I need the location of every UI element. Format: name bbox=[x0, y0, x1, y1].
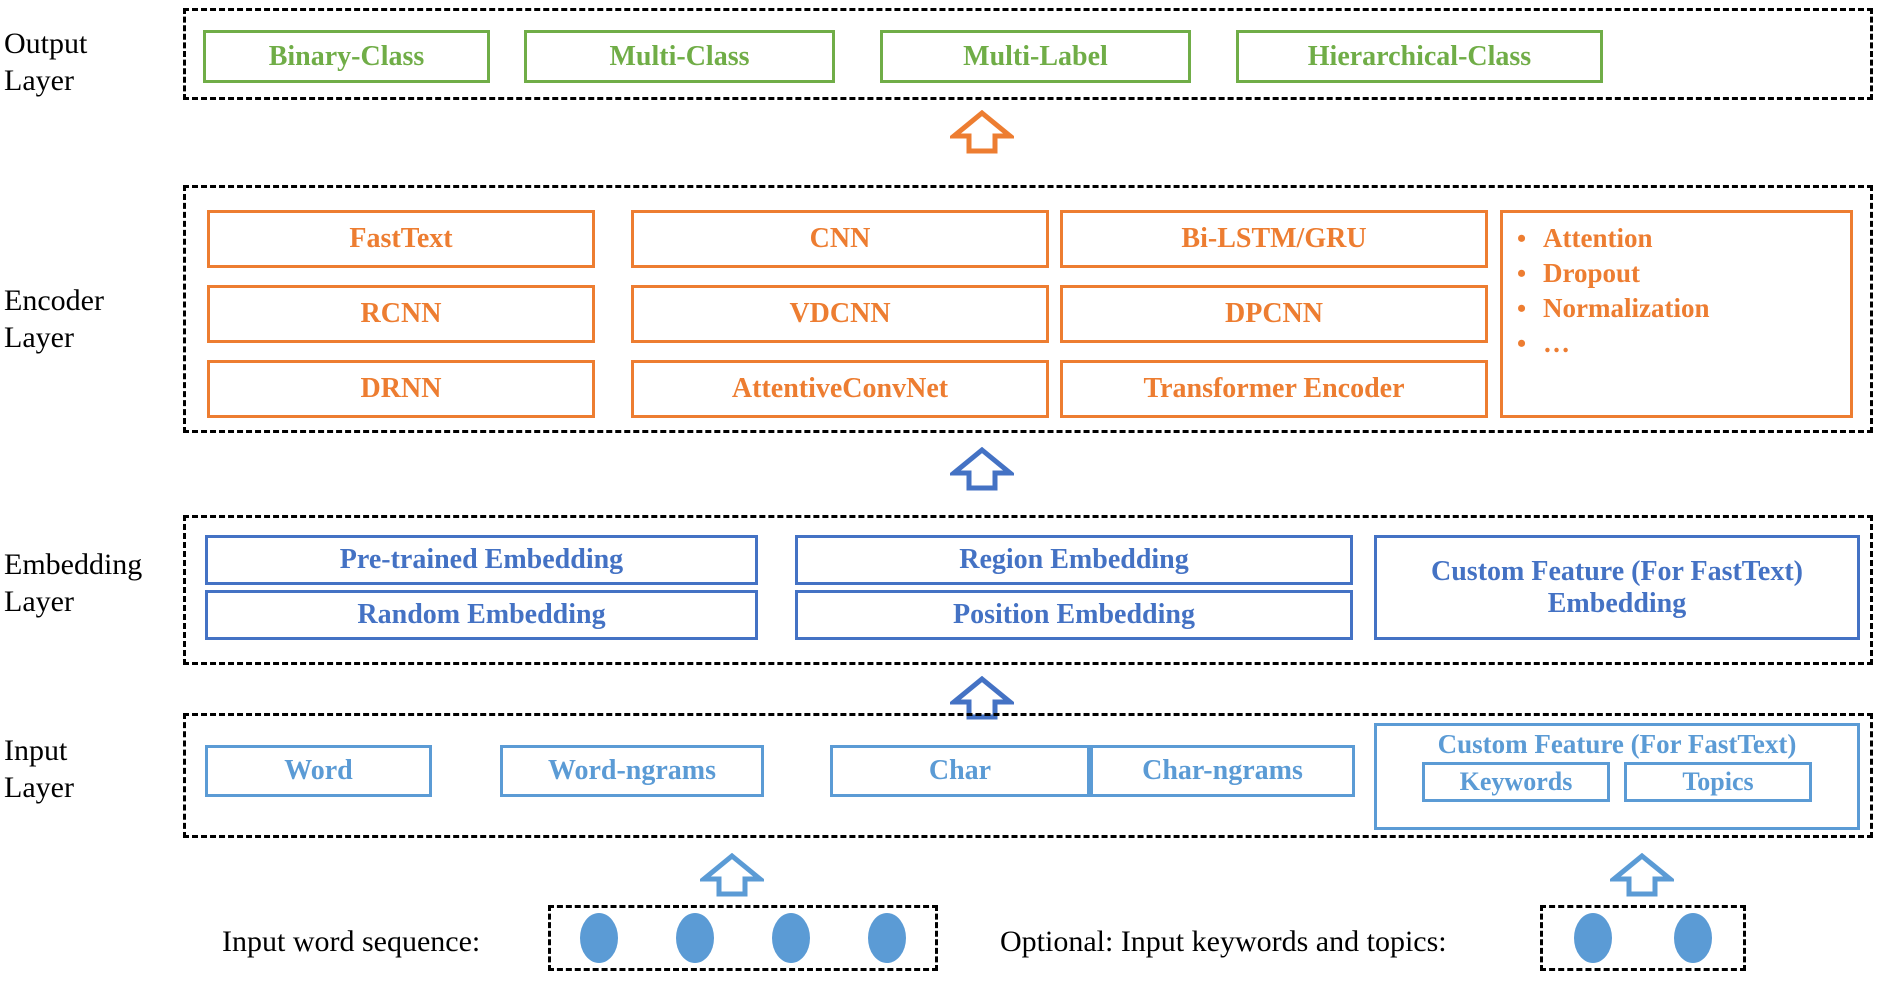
encoder-option-label: … bbox=[1543, 328, 1570, 358]
input-box-word[interactable]: Word bbox=[205, 745, 432, 797]
encoder-box-rcnn[interactable]: RCNN bbox=[207, 285, 595, 343]
encoder-box-dpcnn[interactable]: DPCNN bbox=[1060, 285, 1488, 343]
encoder-option-dropout[interactable]: • Dropout bbox=[1517, 258, 1850, 293]
encoder-box-vdcnn[interactable]: VDCNN bbox=[631, 285, 1049, 343]
input-custom-feature-title: Custom Feature (For FastText) bbox=[1437, 729, 1797, 759]
embedding-box-region[interactable]: Region Embedding bbox=[795, 535, 1353, 585]
word-token-dot bbox=[580, 913, 618, 963]
keywords-topics-tokens[interactable] bbox=[1540, 905, 1746, 971]
encoder-option-more[interactable]: • … bbox=[1517, 328, 1850, 363]
encoder-option-label: Normalization bbox=[1543, 293, 1710, 323]
bullet-dot-icon: • bbox=[1517, 294, 1527, 323]
output-box-multi-class[interactable]: Multi-Class bbox=[524, 30, 835, 83]
output-box-multi-label[interactable]: Multi-Label bbox=[880, 30, 1191, 83]
input-word-sequence-tokens[interactable] bbox=[548, 905, 938, 971]
arrow-embedding-to-encoder bbox=[950, 447, 1014, 491]
input-box-char-ngrams[interactable]: Char-ngrams bbox=[1090, 745, 1355, 797]
keyword-token-dot bbox=[1574, 913, 1612, 963]
arrow-keywords-topics-to-input bbox=[1610, 853, 1674, 897]
embedding-box-pre-trained[interactable]: Pre-trained Embedding bbox=[205, 535, 758, 585]
encoder-option-label: Attention bbox=[1543, 223, 1653, 253]
embedding-box-custom-feature[interactable]: Custom Feature (For FastText) Embedding bbox=[1374, 535, 1860, 640]
encoder-layer-caption: Encoder Layer bbox=[4, 284, 104, 354]
input-box-char[interactable]: Char bbox=[830, 745, 1090, 797]
output-box-hierarchical-class[interactable]: Hierarchical-Class bbox=[1236, 30, 1603, 83]
encoder-box-cnn[interactable]: CNN bbox=[631, 210, 1049, 268]
optional-keywords-topics-label: Optional: Input keywords and topics: bbox=[1000, 925, 1447, 958]
embedding-box-random[interactable]: Random Embedding bbox=[205, 590, 758, 640]
encoder-option-attention[interactable]: • Attention bbox=[1517, 223, 1850, 258]
bullet-dot-icon: • bbox=[1517, 329, 1527, 358]
encoder-option-label: Dropout bbox=[1543, 258, 1641, 288]
input-custom-feature-topics[interactable]: Topics bbox=[1624, 762, 1812, 803]
input-box-word-ngrams[interactable]: Word-ngrams bbox=[500, 745, 764, 797]
arrow-word-sequence-to-input bbox=[700, 853, 764, 897]
bullet-dot-icon: • bbox=[1517, 224, 1527, 253]
encoder-box-drnn[interactable]: DRNN bbox=[207, 360, 595, 418]
output-layer-caption: Output Layer bbox=[4, 27, 88, 97]
encoder-box-transformer-encoder[interactable]: Transformer Encoder bbox=[1060, 360, 1488, 418]
output-box-binary-class[interactable]: Binary-Class bbox=[203, 30, 490, 83]
encoder-options-panel: • Attention • Dropout • Normalization • … bbox=[1500, 210, 1853, 418]
word-token-dot bbox=[772, 913, 810, 963]
topic-token-dot bbox=[1674, 913, 1712, 963]
embedding-box-position[interactable]: Position Embedding bbox=[795, 590, 1353, 640]
input-layer-caption: Input Layer bbox=[4, 734, 74, 804]
arrow-encoder-to-output bbox=[950, 110, 1014, 154]
bullet-dot-icon: • bbox=[1517, 259, 1527, 288]
input-custom-feature-group: Custom Feature (For FastText) Keywords T… bbox=[1374, 723, 1860, 830]
encoder-box-bilstm-gru[interactable]: Bi-LSTM/GRU bbox=[1060, 210, 1488, 268]
word-token-dot bbox=[868, 913, 906, 963]
encoder-option-normalization[interactable]: • Normalization bbox=[1517, 293, 1850, 328]
architecture-diagram: Output Layer Binary-Class Multi-Class Mu… bbox=[0, 0, 1895, 985]
input-custom-feature-keywords[interactable]: Keywords bbox=[1422, 762, 1610, 803]
encoder-box-attentiveconvnet[interactable]: AttentiveConvNet bbox=[631, 360, 1049, 418]
word-token-dot bbox=[676, 913, 714, 963]
encoder-box-fasttext[interactable]: FastText bbox=[207, 210, 595, 268]
input-word-sequence-label: Input word sequence: bbox=[222, 925, 481, 958]
